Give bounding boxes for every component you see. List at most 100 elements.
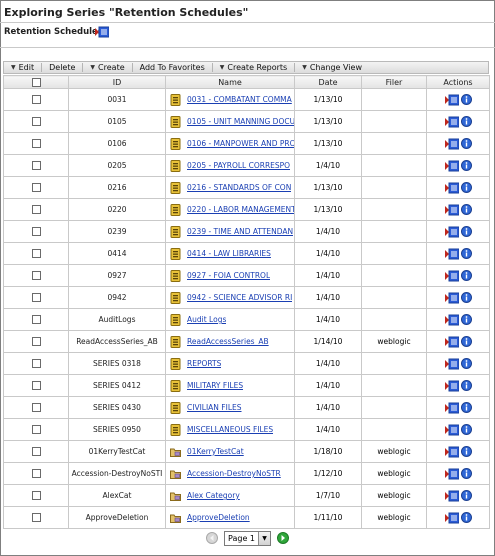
- schedule-icon: [170, 159, 181, 172]
- row-checkbox[interactable]: [31, 117, 41, 126]
- actions-menu-icon[interactable]: [444, 292, 459, 304]
- page-select[interactable]: Page 1 ▼: [224, 531, 271, 546]
- row-name-link[interactable]: Alex Category: [187, 491, 240, 500]
- row-name-link[interactable]: REPORTS: [187, 359, 221, 368]
- row-checkbox[interactable]: [31, 513, 41, 522]
- actions-menu-icon[interactable]: [444, 336, 459, 348]
- actions-menu-icon[interactable]: [444, 270, 459, 282]
- edit-menu[interactable]: ▼ Edit: [4, 62, 41, 73]
- actions-menu-icon[interactable]: [444, 182, 459, 194]
- row-checkbox[interactable]: [31, 447, 41, 456]
- row-checkbox[interactable]: [31, 425, 41, 434]
- row-name-cell: 0220 - LABOR MANAGEMENT: [165, 198, 295, 221]
- column-header-name[interactable]: Name: [165, 75, 295, 89]
- create-reports-menu[interactable]: ▼ Create Reports: [213, 62, 294, 73]
- actions-menu-icon[interactable]: [444, 402, 459, 414]
- actions-menu-icon[interactable]: [444, 138, 459, 150]
- actions-menu-icon[interactable]: [444, 468, 459, 480]
- row-checkbox[interactable]: [31, 183, 41, 192]
- row-checkbox[interactable]: [31, 315, 41, 324]
- create-menu[interactable]: ▼ Create: [83, 62, 131, 73]
- info-icon[interactable]: [460, 94, 472, 105]
- row-name-link[interactable]: CIVILIAN FILES: [187, 403, 242, 412]
- row-checkbox[interactable]: [31, 205, 41, 214]
- actions-menu-icon[interactable]: [444, 160, 459, 172]
- row-name-link[interactable]: 0942 - SCIENCE ADVISOR RI: [187, 293, 292, 302]
- row-name-link[interactable]: 0031 - COMBATANT COMMA: [187, 95, 292, 104]
- info-icon[interactable]: [460, 116, 472, 127]
- row-name-link[interactable]: 0105 - UNIT MANNING DOCU: [187, 117, 294, 126]
- row-name-link[interactable]: 0216 - STANDARDS OF CON: [187, 183, 291, 192]
- info-icon[interactable]: [460, 160, 472, 171]
- table-row: 0927 0927 - FOIA CONTROL 1/4/10: [3, 264, 490, 287]
- actions-menu-icon[interactable]: [444, 248, 459, 260]
- row-name-link[interactable]: ApproveDeletion: [187, 513, 250, 522]
- row-checkbox[interactable]: [31, 359, 41, 368]
- info-icon[interactable]: [460, 138, 472, 149]
- row-name-link[interactable]: 0414 - LAW LIBRARIES: [187, 249, 271, 258]
- change-view-menu[interactable]: ▼ Change View: [295, 62, 369, 73]
- row-checkbox[interactable]: [31, 249, 41, 258]
- info-icon[interactable]: [460, 314, 472, 325]
- row-checkbox[interactable]: [31, 293, 41, 302]
- column-header-date[interactable]: Date: [294, 75, 362, 89]
- row-name-link[interactable]: ReadAccessSeries_AB: [187, 337, 269, 346]
- info-icon[interactable]: [460, 248, 472, 259]
- row-name-link[interactable]: Audit Logs: [187, 315, 226, 324]
- row-name-link[interactable]: 0106 - MANPOWER AND PRO: [187, 139, 294, 148]
- row-checkbox[interactable]: [31, 381, 41, 390]
- info-icon[interactable]: [460, 270, 472, 281]
- row-name-link[interactable]: MILITARY FILES: [187, 381, 243, 390]
- actions-menu-icon[interactable]: [444, 204, 459, 216]
- info-icon[interactable]: [460, 468, 472, 479]
- row-name-link[interactable]: 0220 - LABOR MANAGEMENT: [187, 205, 294, 214]
- actions-menu-icon[interactable]: [444, 490, 459, 502]
- row-name-link[interactable]: Accession-DestroyNoSTR: [187, 469, 281, 478]
- actions-menu-icon[interactable]: [444, 512, 459, 524]
- info-icon[interactable]: [460, 402, 472, 413]
- column-header-id[interactable]: ID: [68, 75, 166, 89]
- row-name-link[interactable]: 0239 - TIME AND ATTENDAN: [187, 227, 293, 236]
- actions-menu-icon[interactable]: [444, 314, 459, 326]
- info-icon[interactable]: [460, 226, 472, 237]
- row-checkbox[interactable]: [31, 139, 41, 148]
- info-icon[interactable]: [460, 336, 472, 347]
- row-name-link[interactable]: 0205 - PAYROLL CORRESPO: [187, 161, 290, 170]
- info-icon[interactable]: [460, 446, 472, 457]
- previous-page-icon[interactable]: [206, 531, 218, 546]
- row-checkbox[interactable]: [31, 161, 41, 170]
- row-name-link[interactable]: 0927 - FOIA CONTROL: [187, 271, 270, 280]
- actions-menu-icon[interactable]: [95, 26, 110, 40]
- actions-menu-icon[interactable]: [444, 380, 459, 392]
- info-icon[interactable]: [460, 380, 472, 391]
- info-icon[interactable]: [460, 182, 472, 193]
- info-icon[interactable]: [460, 292, 472, 303]
- row-checkbox[interactable]: [31, 469, 41, 478]
- column-header-filer[interactable]: Filer: [361, 75, 427, 89]
- actions-menu-icon[interactable]: [444, 424, 459, 436]
- row-name-link[interactable]: 01KerryTestCat: [187, 447, 244, 456]
- row-id: 0239: [68, 220, 166, 243]
- actions-menu-icon[interactable]: [444, 116, 459, 128]
- delete-button[interactable]: Delete: [42, 62, 82, 73]
- row-date: 1/13/10: [294, 132, 362, 155]
- actions-menu-icon[interactable]: [444, 358, 459, 370]
- next-page-icon[interactable]: [277, 531, 289, 546]
- actions-menu-icon[interactable]: [444, 94, 459, 106]
- row-checkbox[interactable]: [31, 227, 41, 236]
- info-icon[interactable]: [460, 358, 472, 369]
- row-checkbox[interactable]: [31, 403, 41, 412]
- row-checkbox[interactable]: [31, 337, 41, 346]
- row-checkbox[interactable]: [31, 271, 41, 280]
- select-all-checkbox[interactable]: [31, 77, 41, 87]
- actions-menu-icon[interactable]: [444, 226, 459, 238]
- info-icon[interactable]: [460, 512, 472, 523]
- info-icon[interactable]: [460, 204, 472, 215]
- actions-menu-icon[interactable]: [444, 446, 459, 458]
- row-name-link[interactable]: MISCELLANEOUS FILES: [187, 425, 273, 434]
- info-icon[interactable]: [460, 424, 472, 435]
- row-checkbox[interactable]: [31, 95, 41, 104]
- info-icon[interactable]: [460, 490, 472, 501]
- row-checkbox[interactable]: [31, 491, 41, 500]
- add-to-favorites-button[interactable]: Add To Favorites: [133, 62, 212, 73]
